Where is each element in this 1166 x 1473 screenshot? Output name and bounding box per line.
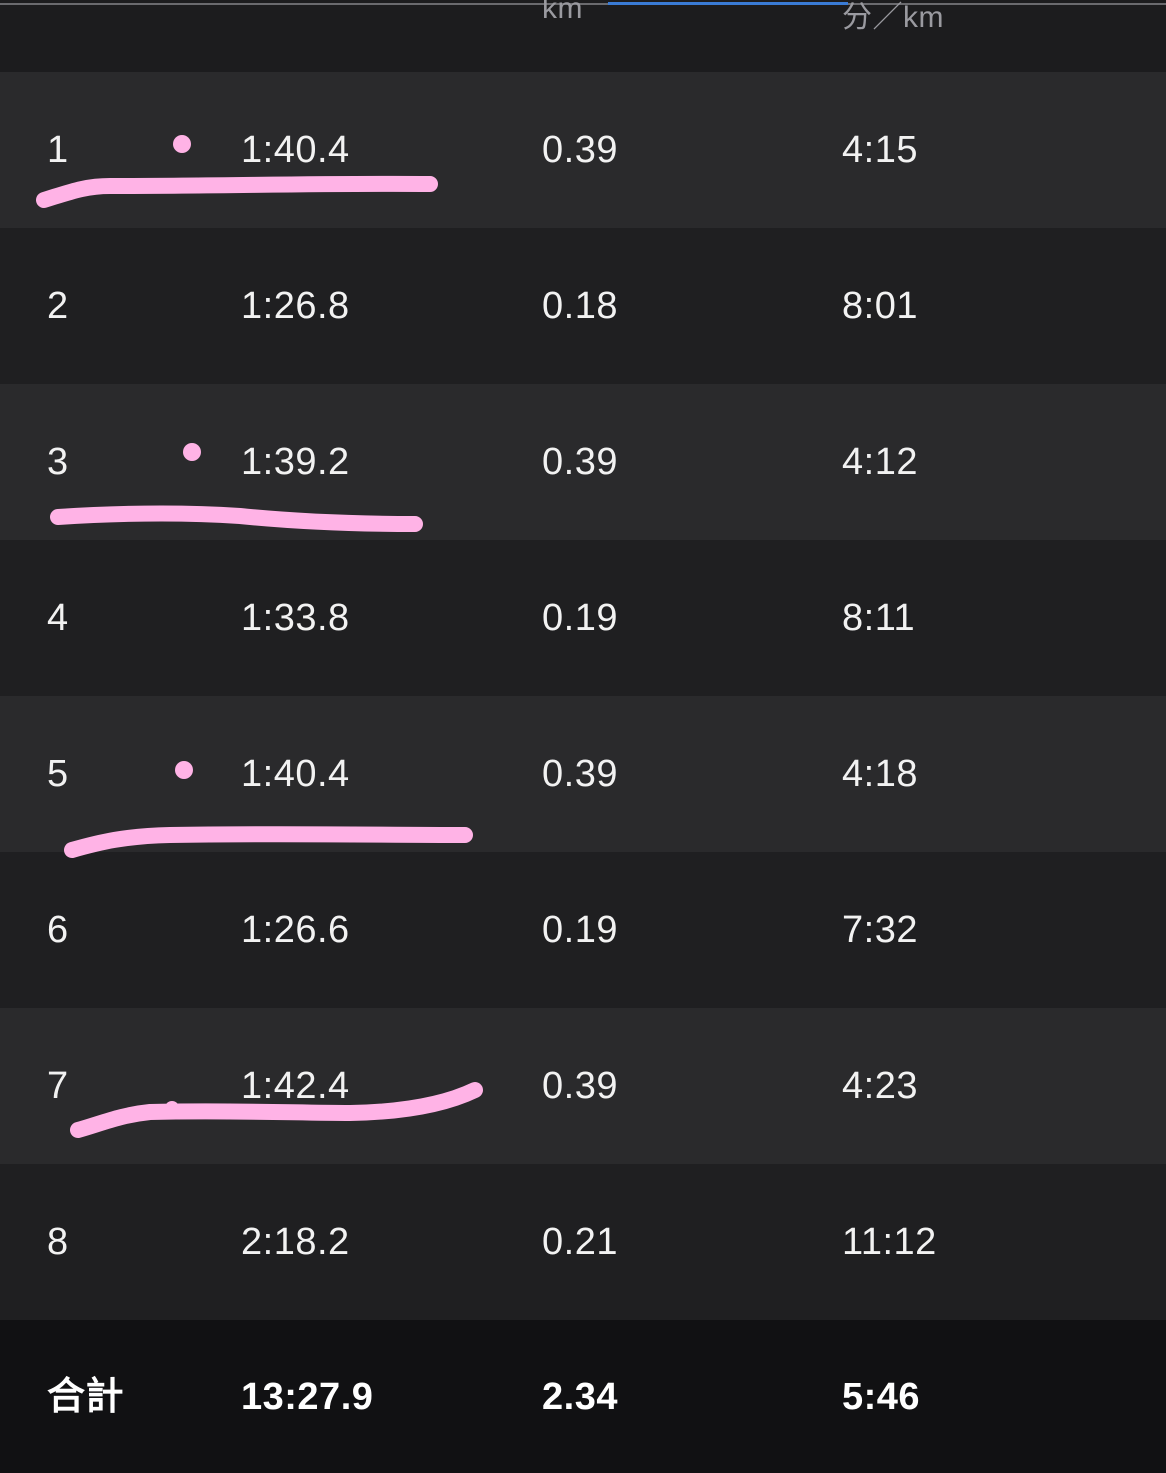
pace-column-header: 分／km (842, 1, 944, 34)
total-distance: 2.34 (542, 1375, 618, 1418)
lap-pace: 8:11 (842, 597, 916, 639)
lap-pace: 8:01 (842, 285, 918, 327)
lap-row-6[interactable]: 6 1:26.6 0.19 7:32 (0, 852, 1166, 1008)
lap-time: 1:39.2 (241, 441, 350, 483)
lap-number: 4 (47, 597, 69, 639)
lap-row-7[interactable]: 7 1:42.4 0.39 4:23 (0, 1008, 1166, 1164)
lap-pace: 7:32 (842, 909, 918, 951)
lap-pace: 11:12 (842, 1221, 937, 1263)
header-divider (0, 3, 1166, 5)
lap-number: 6 (47, 909, 69, 951)
lap-time: 1:42.4 (241, 1065, 350, 1107)
lap-number: 8 (47, 1221, 69, 1263)
lap-pace: 4:12 (842, 441, 918, 483)
distance-column-header: km (542, 0, 583, 25)
total-time: 13:27.9 (241, 1375, 374, 1418)
lap-row-2[interactable]: 2 1:26.8 0.18 8:01 (0, 228, 1166, 384)
lap-time: 2:18.2 (241, 1221, 350, 1263)
lap-table-screen: km 分／km 1 1:40.4 0.39 4:15 2 1:26.8 0.18… (0, 0, 1166, 1473)
total-label: 合計 (47, 1375, 125, 1418)
lap-distance: 0.19 (542, 909, 618, 951)
lap-distance: 0.39 (542, 129, 618, 171)
lap-row-1[interactable]: 1 1:40.4 0.39 4:15 (0, 72, 1166, 228)
lap-time: 1:40.4 (241, 753, 350, 795)
total-row: 合計 13:27.9 2.34 5:46 (0, 1320, 1166, 1473)
lap-time: 1:26.6 (241, 909, 350, 951)
lap-pace: 4:23 (842, 1065, 918, 1107)
lap-row-4[interactable]: 4 1:33.8 0.19 8:11 (0, 540, 1166, 696)
lap-number: 3 (47, 441, 69, 483)
lap-time: 1:33.8 (241, 597, 350, 639)
lap-number: 5 (47, 753, 69, 795)
lap-distance: 0.18 (542, 285, 618, 327)
lap-pace: 4:18 (842, 753, 918, 795)
lap-distance: 0.21 (542, 1221, 618, 1263)
lap-distance: 0.39 (542, 441, 618, 483)
total-pace: 5:46 (842, 1375, 921, 1418)
lap-distance: 0.19 (542, 597, 618, 639)
lap-number: 2 (47, 285, 69, 327)
lap-distance: 0.39 (542, 1065, 618, 1107)
lap-pace: 4:15 (842, 129, 918, 171)
lap-row-8[interactable]: 8 2:18.2 0.21 11:12 (0, 1164, 1166, 1320)
table-header: km 分／km (0, 0, 1166, 72)
active-tab-indicator (608, 2, 848, 5)
lap-time: 1:26.8 (241, 285, 350, 327)
lap-time: 1:40.4 (241, 129, 350, 171)
lap-distance: 0.39 (542, 753, 618, 795)
lap-number: 1 (47, 129, 69, 171)
lap-row-3[interactable]: 3 1:39.2 0.39 4:12 (0, 384, 1166, 540)
lap-number: 7 (47, 1065, 69, 1107)
lap-row-5[interactable]: 5 1:40.4 0.39 4:18 (0, 696, 1166, 852)
